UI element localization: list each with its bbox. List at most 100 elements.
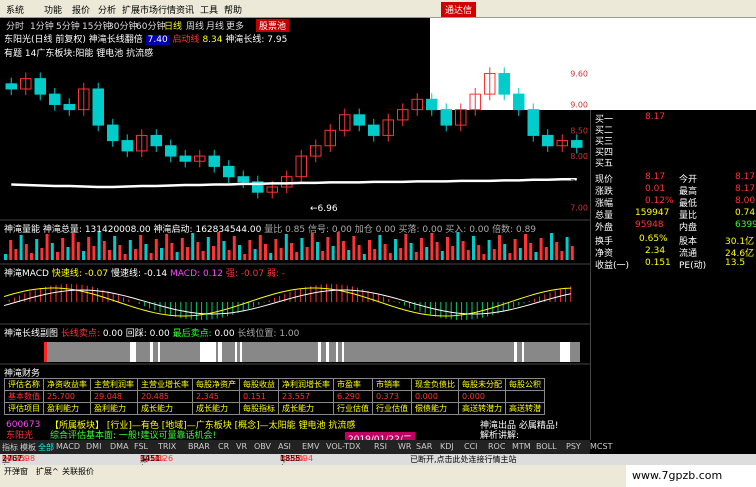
indicator-tab[interactable]: OBV: [254, 442, 271, 451]
menu-bar: 系统 功能 报价 分析 扩展市场行情 资讯 工具 帮助 通达信: [0, 0, 756, 18]
volume-bar: [518, 248, 522, 260]
volume-bar: [71, 233, 75, 260]
chart-area[interactable]: 9.60 9.00 8.50 8.00 7.49 7.00 东阳光(日线 前复权) 神滝长…: [0, 32, 590, 437]
menu-item[interactable]: 扩展市场行情: [122, 3, 176, 16]
bottom-button[interactable]: 开弹窗: [4, 466, 28, 477]
indicator-tab[interactable]: EMV: [302, 442, 319, 451]
volume-bar: [144, 244, 148, 260]
menu-item[interactable]: 工具: [200, 3, 218, 16]
volume-bar: [394, 239, 397, 260]
bottom-button[interactable]: 关联报价: [62, 466, 94, 477]
indicator-tab[interactable]: FSL: [134, 442, 148, 451]
indicator-tab[interactable]: VR: [236, 442, 247, 451]
quote-row: 涨跌 0.01 最高 8.17: [595, 184, 756, 197]
volume-bar: [456, 232, 460, 260]
candle-body: [121, 140, 133, 152]
volume-bar: [76, 242, 80, 260]
position-marker: [326, 342, 329, 362]
indicator-tab[interactable]: DMA: [110, 442, 129, 451]
indicator-tab[interactable]: ASI: [278, 442, 291, 451]
indicator-tab[interactable]: 指标: [2, 442, 18, 453]
indicator-tab[interactable]: SAR: [416, 442, 432, 451]
volume-bar: [191, 233, 195, 260]
volume-bar: [503, 244, 507, 260]
indicator-tab[interactable]: CR: [218, 442, 229, 451]
period-tab[interactable]: 30分钟: [108, 19, 137, 32]
volume-bar: [482, 254, 486, 260]
menu-item[interactable]: 系统: [6, 3, 24, 16]
indicator-tab[interactable]: ROC: [488, 442, 505, 451]
indicator-tab[interactable]: WR: [398, 442, 411, 451]
indicator-tab[interactable]: TRIX: [158, 442, 176, 451]
volume-bar: [550, 233, 553, 260]
price-axis-label: 7.49: [570, 178, 588, 187]
volume-bar: [165, 234, 169, 260]
position-marker: [150, 342, 153, 362]
volume-bar: [108, 250, 111, 260]
macd-fast-line: [3, 287, 571, 317]
volume-bar: [347, 250, 351, 260]
indicator-tab[interactable]: CCI: [464, 442, 478, 451]
price-axis-label: 9.00: [570, 100, 588, 109]
indicator-tab[interactable]: BOLL: [536, 442, 557, 451]
volume-bar: [279, 248, 283, 260]
finance-table: 评估名称 净资收益率 主营利润率 主营业增长率 每股净资产 每股收益 净利润增长率 市盈率…: [4, 378, 545, 415]
period-tab[interactable]: 1分钟: [30, 19, 54, 32]
volume-bar: [570, 246, 574, 260]
volume-bar: [435, 242, 439, 260]
indicator-tab[interactable]: VOL-TDX: [326, 442, 361, 451]
stock-pool-button[interactable]: 股票池: [256, 19, 290, 32]
period-bar: 分时 1分钟 5分钟 15分钟 30分钟 60分钟 日线 周线 月线 更多 股票…: [0, 18, 430, 32]
volume-bar: [186, 247, 189, 260]
bottom-button[interactable]: 扩展^: [36, 466, 59, 477]
position-marker: [514, 342, 517, 362]
price-axis-label: 9.60: [570, 69, 588, 78]
candle-body: [107, 124, 119, 142]
indicator-tab[interactable]: MCST: [590, 442, 612, 451]
indicator-tab[interactable]: KDJ: [440, 442, 454, 451]
period-tab-active[interactable]: 日线: [164, 19, 182, 32]
quote-row: 外盘95948 内盘63999: [595, 220, 756, 233]
indicator-tab[interactable]: MTM: [512, 442, 531, 451]
indicator-tab[interactable]: 全部: [38, 442, 54, 453]
indicator-tab[interactable]: 模板: [20, 442, 36, 453]
period-tab[interactable]: 更多: [226, 19, 244, 32]
volume-bar: [14, 249, 18, 260]
chart-subtitle: 有题 14广东板块:阳能 锂电池 抗流感: [4, 49, 154, 59]
menu-item[interactable]: 帮助: [224, 3, 242, 16]
candle-body: [353, 114, 365, 126]
period-tab[interactable]: 月线: [206, 19, 224, 32]
volume-bar: [160, 248, 163, 260]
indicator-tab[interactable]: DMI: [86, 442, 101, 451]
period-tab[interactable]: 5分钟: [56, 19, 80, 32]
menu-item[interactable]: 资讯: [176, 3, 194, 16]
menu-item[interactable]: 报价: [72, 3, 90, 16]
indicator-tab[interactable]: BRAR: [188, 442, 210, 451]
volume-bar: [368, 240, 371, 260]
menu-item[interactable]: 功能: [44, 3, 62, 16]
volume-bar: [310, 233, 314, 260]
volume-bar: [565, 237, 569, 260]
volume-bar: [430, 233, 434, 260]
quote-row: 总量 159947 量比 0.74: [595, 208, 756, 221]
volume-bar: [238, 245, 241, 260]
menu-item[interactable]: 分析: [98, 3, 116, 16]
period-tab[interactable]: 周线: [186, 19, 204, 32]
connection-status[interactable]: 已断开,点击此处连接行情主站: [410, 454, 517, 465]
period-tab[interactable]: 分时: [6, 19, 24, 32]
volume-bar: [331, 246, 335, 260]
volume-bar: [513, 239, 517, 260]
candle-body: [5, 83, 17, 90]
macd-header: 神滝MACD 快速线: -0.07 慢速线: -0.14 MACD: 0.12 …: [4, 269, 286, 279]
volume-bar: [373, 249, 377, 260]
volume-bar: [149, 253, 153, 260]
position-marker: [200, 342, 216, 362]
candle-body: [92, 88, 104, 126]
indicator-tab[interactable]: PSY: [566, 442, 581, 451]
period-tab[interactable]: 60分钟: [136, 19, 165, 32]
indicator-tab[interactable]: MACD: [56, 442, 80, 451]
indicator-tab[interactable]: RSI: [374, 442, 387, 451]
candle-body: [223, 165, 235, 178]
volume-bar: [388, 253, 392, 260]
indicator-tabs: 指标 模板 全部 MACD DMI DMA FSL TRIX BRAR CR VR OBV ASI EMV…: [0, 440, 612, 454]
